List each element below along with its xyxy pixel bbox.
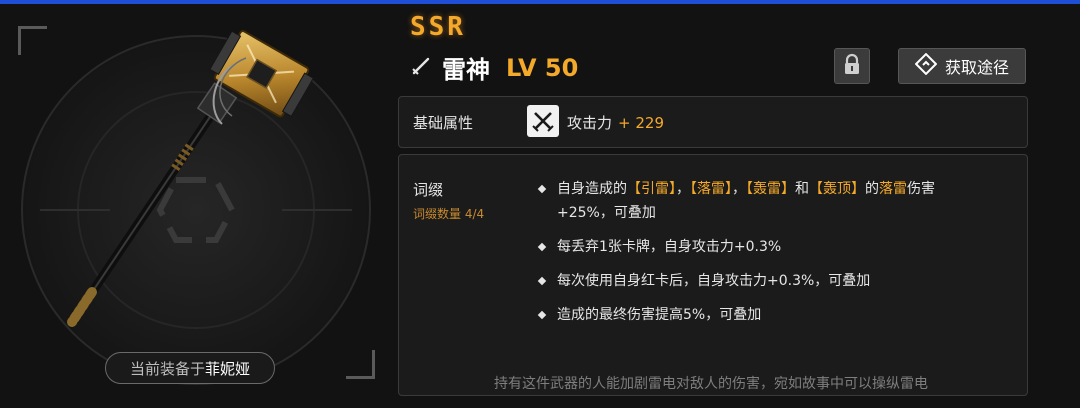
rarity-badge: SSR [410,12,466,42]
lock-icon [842,53,862,79]
weapon-showcase: 当前装备于 菲妮娅 [0,4,390,408]
equipped-by-badge: 当前装备于 菲妮娅 [105,352,275,384]
weapon-preview-art [21,30,371,385]
crossed-swords-icon [527,105,559,137]
affix-title: 词缀 [413,181,444,199]
attack-stat-value: + 229 [618,114,664,132]
base-attributes-label: 基础属性 [413,114,474,132]
weapon-level: LV 50 [506,53,579,82]
equipped-character-name: 菲妮娅 [205,359,251,378]
base-attributes-panel: 基础属性 攻击力 + 229 [398,96,1028,148]
obtain-route-button[interactable]: 获取途径 [898,48,1026,84]
affix-item: 造成的最终伤害提高5%，可叠加 [537,303,947,327]
weapon-name: 雷神 [442,56,490,84]
lock-button[interactable] [834,48,870,84]
affix-item: 自身造成的【引雷】，【落雷】，【轰雷】和【轰顶】的落雷伤害+25%，可叠加 [537,177,947,225]
affix-count: 词缀数量 4/4 [413,207,485,221]
obtain-route-label: 获取途径 [944,58,1009,77]
affix-panel: 词缀 词缀数量 4/4 自身造成的【引雷】，【落雷】，【轰雷】和【轰顶】的落雷伤… [398,154,1028,396]
affix-list: 自身造成的【引雷】，【落雷】，【轰雷】和【轰顶】的落雷伤害+25%，可叠加 每丢… [537,177,947,337]
affix-item: 每次使用自身红卡后，自身攻击力+0.3%，可叠加 [537,269,947,293]
equipped-prefix: 当前装备于 [129,359,205,378]
flavor-text: 持有这件武器的人能加剧雷电对敌人的伤害，宛如故事中可以操纵雷电 [494,376,928,392]
affix-item: 每丢弃1张卡牌，自身攻击力+0.3% [537,235,947,259]
sword-icon [410,55,432,81]
weapon-title-row: 雷神 LV 50 [410,50,578,85]
attack-stat: 攻击力 + 229 [567,112,664,133]
route-icon [914,52,938,79]
attack-stat-name: 攻击力 [567,114,613,132]
